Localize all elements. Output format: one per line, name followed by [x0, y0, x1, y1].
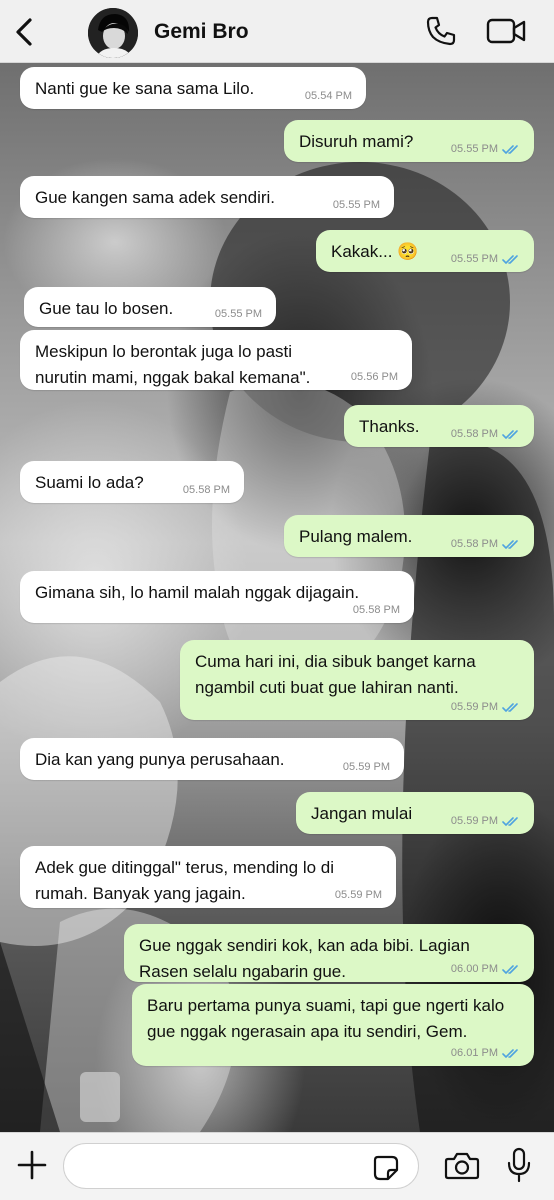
- phone-icon[interactable]: [425, 15, 457, 47]
- message-time: 05.55 PM: [332, 199, 380, 211]
- microphone-icon[interactable]: [505, 1147, 533, 1183]
- chat-header: Gemi Bro: [0, 0, 554, 63]
- message-time: 05.55 PM: [214, 308, 262, 320]
- message-text: Adek gue ditinggal" terus, mending lo di…: [35, 858, 335, 903]
- outgoing-message[interactable]: Gue nggak sendiri kok, kan ada bibi. Lag…: [124, 924, 534, 982]
- message-time: 06.00 PM: [450, 963, 498, 975]
- avatar[interactable]: [88, 8, 138, 58]
- read-receipt-icon: [502, 429, 518, 439]
- contact-name[interactable]: Gemi Bro: [154, 20, 249, 44]
- message-time: 05.55 PM: [450, 143, 498, 155]
- incoming-message[interactable]: Gue kangen sama adek sendiri. 05.55 PM: [20, 176, 394, 218]
- message-time: 05.59 PM: [450, 815, 498, 827]
- message-input[interactable]: [63, 1143, 419, 1189]
- incoming-message[interactable]: Suami lo ada? 05.58 PM: [20, 461, 244, 503]
- message-text: Gimana sih, lo hamil malah nggak dijagai…: [35, 583, 360, 602]
- message-time: 05.54 PM: [304, 90, 352, 102]
- message-text: Gue tau lo bosen.: [39, 299, 174, 318]
- message-list[interactable]: Nanti gue ke sana sama Lilo. 05.54 PM Di…: [0, 62, 554, 1132]
- message-text: Meskipun lo berontak juga lo pasti nurut…: [35, 342, 311, 387]
- message-text: Baru pertama punya suami, tapi gue ngert…: [147, 996, 505, 1041]
- message-text: Cuma hari ini, dia sibuk banget karna ng…: [195, 652, 476, 697]
- incoming-message[interactable]: Adek gue ditinggal" terus, mending lo di…: [20, 846, 396, 908]
- read-receipt-icon: [502, 1048, 518, 1058]
- message-time: 05.59 PM: [342, 761, 390, 773]
- message-text: Pulang malem.: [299, 527, 413, 546]
- read-receipt-icon: [502, 539, 518, 549]
- read-receipt-icon: [502, 702, 518, 712]
- message-time: 05.58 PM: [450, 538, 498, 550]
- message-text: Dia kan yang punya perusahaan.: [35, 750, 285, 769]
- outgoing-message[interactable]: Baru pertama punya suami, tapi gue ngert…: [132, 984, 534, 1066]
- outgoing-message[interactable]: Pulang malem. 05.58 PM: [284, 515, 534, 557]
- message-text: Nanti gue ke sana sama Lilo.: [35, 79, 255, 98]
- plus-icon[interactable]: [16, 1149, 48, 1181]
- chat-screen: Gemi Bro Nanti gue ke sana sama Lilo. 05…: [0, 0, 554, 1200]
- outgoing-message[interactable]: Jangan mulai 05.59 PM: [296, 792, 534, 834]
- sticker-icon[interactable]: [372, 1154, 400, 1182]
- message-time: 05.59 PM: [334, 889, 382, 901]
- message-text: Suami lo ada?: [35, 473, 144, 492]
- outgoing-message[interactable]: Kakak... 🥺 05.55 PM: [316, 230, 534, 272]
- composer-bar: [0, 1132, 554, 1200]
- message-text: Kakak... 🥺: [331, 242, 419, 261]
- message-text: Gue nggak sendiri kok, kan ada bibi. Lag…: [139, 936, 470, 981]
- message-text: Gue kangen sama adek sendiri.: [35, 188, 276, 207]
- outgoing-message[interactable]: Disuruh mami? 05.55 PM: [284, 120, 534, 162]
- message-time: 05.58 PM: [352, 604, 400, 616]
- message-text: Thanks.: [359, 417, 420, 436]
- message-text: Jangan mulai: [311, 804, 413, 823]
- incoming-message[interactable]: Dia kan yang punya perusahaan. 05.59 PM: [20, 738, 404, 780]
- outgoing-message[interactable]: Thanks. 05.58 PM: [344, 405, 534, 447]
- incoming-message[interactable]: Gue tau lo bosen. 05.55 PM: [24, 287, 276, 327]
- message-time: 06.01 PM: [450, 1047, 498, 1059]
- read-receipt-icon: [502, 816, 518, 826]
- chevron-left-icon[interactable]: [10, 14, 38, 50]
- camera-icon[interactable]: [444, 1151, 480, 1181]
- incoming-message[interactable]: Gimana sih, lo hamil malah nggak dijagai…: [20, 571, 414, 623]
- read-receipt-icon: [502, 254, 518, 264]
- read-receipt-icon: [502, 964, 518, 974]
- message-time: 05.55 PM: [450, 253, 498, 265]
- incoming-message[interactable]: Meskipun lo berontak juga lo pasti nurut…: [20, 330, 412, 390]
- outgoing-message[interactable]: Cuma hari ini, dia sibuk banget karna ng…: [180, 640, 534, 720]
- message-time: 05.58 PM: [450, 428, 498, 440]
- video-camera-icon[interactable]: [486, 16, 526, 46]
- message-time: 05.56 PM: [350, 371, 398, 383]
- message-time: 05.59 PM: [450, 701, 498, 713]
- message-text: Disuruh mami?: [299, 132, 414, 151]
- incoming-message[interactable]: Nanti gue ke sana sama Lilo. 05.54 PM: [20, 67, 366, 109]
- read-receipt-icon: [502, 144, 518, 154]
- message-time: 05.58 PM: [182, 484, 230, 496]
